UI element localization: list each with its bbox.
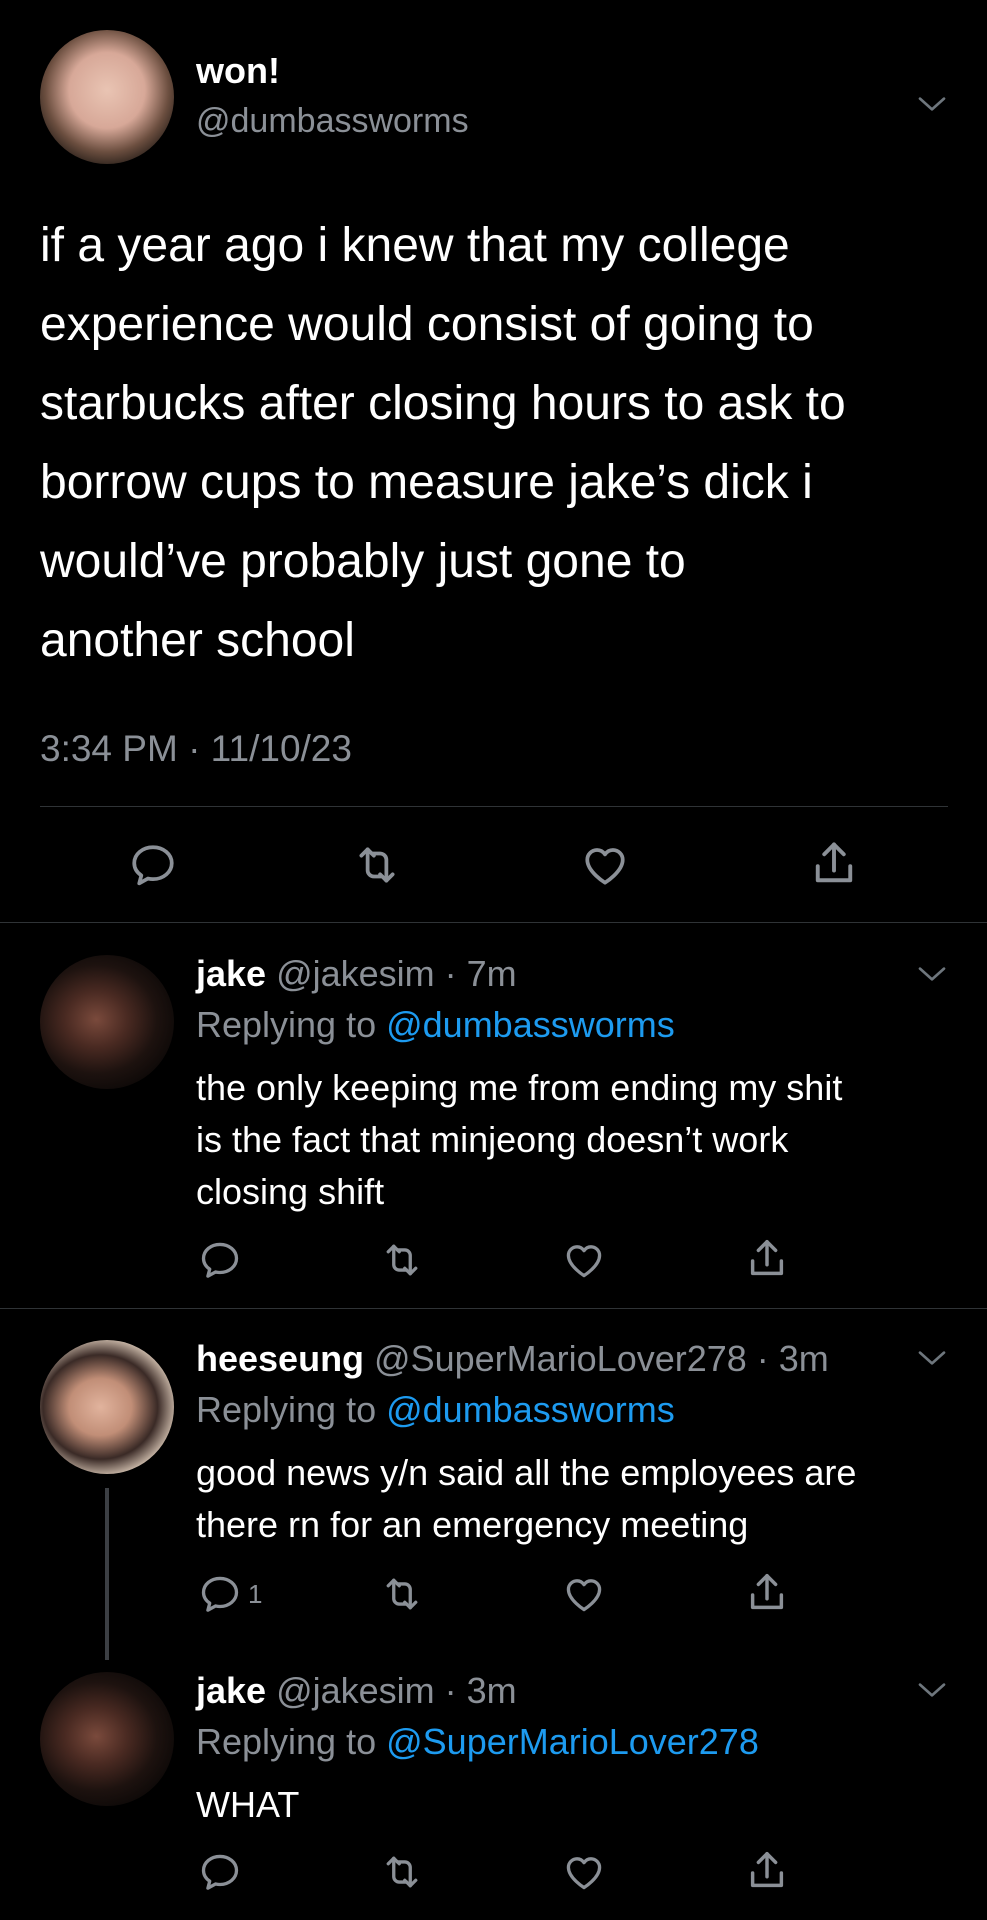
reply-author-name[interactable]: jake — [196, 1670, 266, 1711]
share-button[interactable] — [744, 1236, 790, 1282]
reply-author-meta: @SuperMarioLover278 · 3m — [364, 1338, 829, 1379]
tweet-text-line: borrow cups to measure jake’s dick i — [40, 456, 813, 509]
share-icon — [808, 838, 860, 890]
share-icon — [744, 1570, 790, 1616]
like-button[interactable] — [562, 1572, 606, 1616]
reply-text: WHAT — [196, 1779, 299, 1831]
reply-icon — [198, 1238, 242, 1282]
tweet-text-line: if a year ago i knew that my college — [40, 219, 790, 272]
divider — [40, 806, 948, 807]
divider — [0, 1308, 987, 1309]
reply-author-meta: @jakesim · 3m — [266, 1670, 517, 1711]
like-icon — [580, 840, 630, 890]
like-button[interactable] — [562, 1238, 606, 1282]
reply-icon — [198, 1850, 242, 1894]
reply-icon — [198, 1572, 242, 1616]
reply-button[interactable]: 1 — [198, 1572, 262, 1616]
tweet-text-line: starbucks after closing hours to ask to — [40, 377, 846, 430]
replying-to: Replying to @dumbassworms — [196, 1004, 675, 1046]
tweet-text-line: would’ve probably just gone to — [40, 535, 686, 588]
author-name[interactable]: won! — [196, 50, 280, 92]
replying-to-mention[interactable]: @dumbassworms — [386, 1004, 675, 1045]
like-icon — [562, 1238, 606, 1282]
reply-header: jake @jakesim · 3m — [196, 1670, 517, 1712]
like-icon — [562, 1572, 606, 1616]
retweet-button[interactable] — [380, 1238, 424, 1282]
chevron-down-icon[interactable] — [916, 88, 948, 120]
like-button[interactable] — [580, 840, 630, 890]
reply-author-meta: @jakesim · 7m — [266, 953, 517, 994]
reply-avatar[interactable] — [40, 1672, 174, 1806]
reply-text-line: is the fact that minjeong doesn’t work — [196, 1119, 789, 1160]
retweet-icon — [380, 1850, 424, 1894]
reply-author-name[interactable]: jake — [196, 953, 266, 994]
tweet-text-line: experience would consist of going to — [40, 298, 814, 351]
reply-header: jake @jakesim · 7m — [196, 953, 517, 995]
reply-icon — [128, 840, 178, 890]
divider — [0, 922, 987, 923]
share-icon — [744, 1236, 790, 1282]
share-button[interactable] — [744, 1848, 790, 1894]
reply-avatar[interactable] — [40, 955, 174, 1089]
like-button[interactable] — [562, 1850, 606, 1894]
retweet-button[interactable] — [380, 1850, 424, 1894]
reply-avatar[interactable] — [40, 1340, 174, 1474]
author-handle[interactable]: @dumbassworms — [196, 102, 469, 141]
reply-text-line: the only keeping me from ending my shit — [196, 1067, 843, 1108]
replying-to-mention[interactable]: @dumbassworms — [386, 1389, 675, 1430]
reply-header: heeseung @SuperMarioLover278 · 3m — [196, 1338, 829, 1380]
retweet-button[interactable] — [352, 840, 402, 890]
chevron-down-icon[interactable] — [916, 1674, 948, 1706]
chevron-down-icon[interactable] — [916, 958, 948, 990]
replying-to-label: Replying to — [196, 1004, 387, 1045]
replying-to-label: Replying to — [196, 1721, 387, 1762]
reply-text-line: WHAT — [196, 1784, 300, 1825]
reply-author-name[interactable]: heeseung — [196, 1338, 364, 1379]
author-avatar[interactable] — [40, 30, 174, 164]
replying-to-mention[interactable]: @SuperMarioLover278 — [386, 1721, 759, 1762]
retweet-button[interactable] — [380, 1572, 424, 1616]
thread-connector — [105, 1488, 109, 1660]
replying-to-label: Replying to — [196, 1389, 387, 1430]
reply-text-line: there rn for an emergency meeting — [196, 1504, 749, 1545]
chevron-down-icon[interactable] — [916, 1342, 948, 1374]
like-icon — [562, 1850, 606, 1894]
reply-button[interactable] — [198, 1850, 248, 1894]
reply-text: good news y/n said all the employees are… — [196, 1447, 856, 1551]
retweet-icon — [380, 1572, 424, 1616]
reply-count: 1 — [248, 1578, 263, 1609]
tweet-text-line: another school — [40, 614, 355, 667]
retweet-icon — [352, 840, 402, 890]
share-button[interactable] — [744, 1570, 790, 1616]
share-button[interactable] — [808, 838, 860, 890]
retweet-icon — [380, 1238, 424, 1282]
tweet-text: if a year ago i knew that my college exp… — [40, 206, 960, 680]
reply-text-line: closing shift — [196, 1171, 385, 1212]
replying-to: Replying to @SuperMarioLover278 — [196, 1721, 759, 1763]
reply-text: the only keeping me from ending my shit … — [196, 1062, 842, 1218]
reply-button[interactable] — [128, 840, 178, 890]
replying-to: Replying to @dumbassworms — [196, 1389, 675, 1431]
share-icon — [744, 1848, 790, 1894]
tweet-timestamp[interactable]: 3:34 PM · 11/10/23 — [40, 728, 352, 770]
reply-text-line: good news y/n said all the employees are — [196, 1452, 857, 1493]
reply-button[interactable] — [198, 1238, 248, 1282]
